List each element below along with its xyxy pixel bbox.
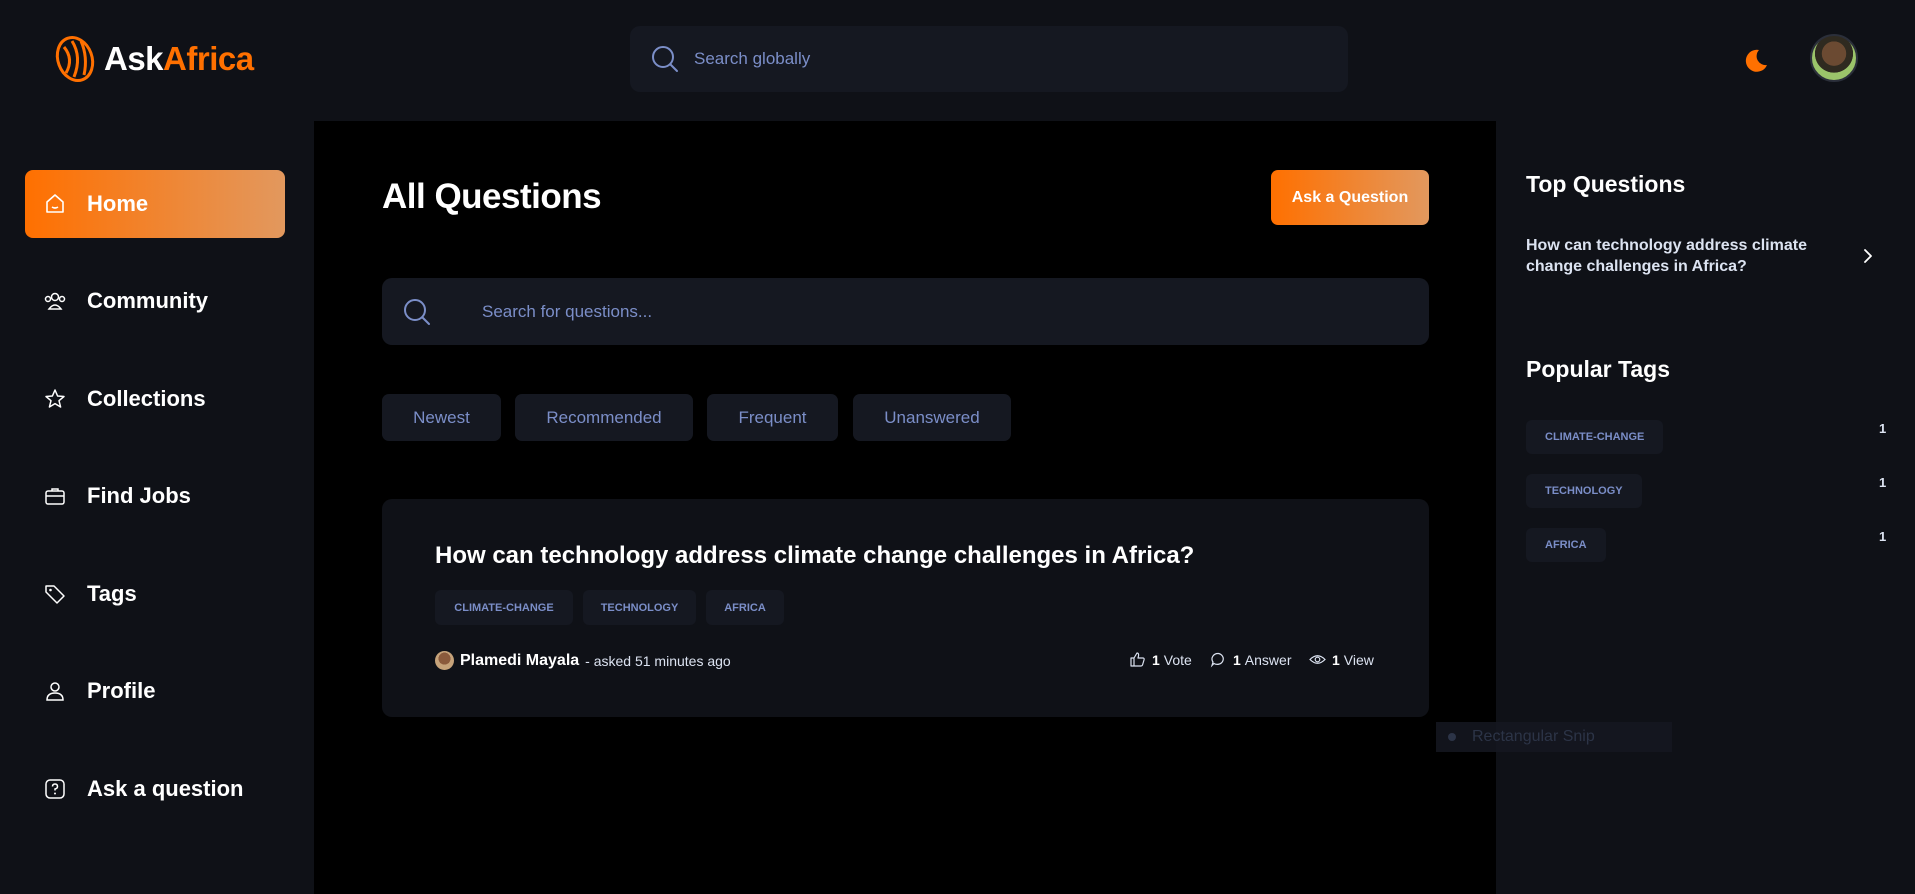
main-content: All Questions Ask a Question Newest Reco… xyxy=(314,121,1496,894)
logo-icon xyxy=(55,36,95,82)
popular-tag[interactable]: AFRICA xyxy=(1526,528,1606,562)
star-icon xyxy=(45,389,65,408)
home-icon xyxy=(46,194,64,213)
tag-count: 1 xyxy=(1879,421,1887,436)
snip-dot-icon xyxy=(1448,733,1456,741)
top-question-item[interactable]: How can technology address climate chang… xyxy=(1526,235,1876,277)
votes-metric: 1 Vote xyxy=(1129,651,1192,668)
author-avatar xyxy=(435,651,454,670)
popular-tag[interactable]: CLIMATE-CHANGE xyxy=(1526,420,1664,454)
logo-text: AskAfrica xyxy=(104,40,254,77)
question-search[interactable] xyxy=(382,278,1429,345)
global-search[interactable] xyxy=(630,26,1348,92)
avatar[interactable] xyxy=(1810,34,1858,82)
sidebar-item-label: Community xyxy=(87,288,208,313)
question-author[interactable]: Plamedi Mayala - asked 51 minutes ago xyxy=(435,651,731,670)
thumbs-up-icon xyxy=(1130,652,1145,667)
sidebar-item-tags[interactable]: Tags xyxy=(25,560,285,628)
filter-newest[interactable]: Newest xyxy=(382,394,501,441)
sidebar-item-profile[interactable]: Profile xyxy=(25,657,285,725)
sidebar-item-ask-question[interactable]: Ask a question xyxy=(25,755,285,823)
answers-metric: 1 Answer xyxy=(1210,651,1291,668)
logo[interactable]: AskAfrica xyxy=(52,33,254,85)
message-icon xyxy=(1210,652,1224,668)
question-card: How can technology address climate chang… xyxy=(382,499,1429,717)
top-navbar: AskAfrica xyxy=(0,0,1915,121)
sidebar-item-collections[interactable]: Collections xyxy=(25,365,285,433)
author-name: Plamedi Mayala xyxy=(460,651,580,669)
sidebar-item-find-jobs[interactable]: Find Jobs xyxy=(25,462,285,530)
users-icon xyxy=(44,292,66,310)
left-sidebar: Home Community Collections Find Jobs Tag… xyxy=(0,121,314,894)
user-icon xyxy=(46,682,64,701)
search-icon xyxy=(652,46,678,72)
sidebar-item-label: Collections xyxy=(87,386,206,411)
ask-question-button[interactable]: Ask a Question xyxy=(1271,170,1429,225)
global-search-input[interactable] xyxy=(694,49,1348,69)
sidebar-item-community[interactable]: Community xyxy=(25,267,285,335)
search-icon xyxy=(404,298,430,325)
sidebar-item-label: Ask a question xyxy=(87,776,244,801)
question-tag[interactable]: CLIMATE-CHANGE xyxy=(435,590,573,625)
sidebar-item-home[interactable]: Home xyxy=(25,170,285,238)
filter-recommended[interactable]: Recommended xyxy=(515,394,693,441)
tag-count: 1 xyxy=(1879,475,1887,490)
snip-overlay: Rectangular Snip xyxy=(1436,722,1672,752)
sidebar-item-label: Find Jobs xyxy=(87,483,191,508)
filter-frequent[interactable]: Frequent xyxy=(707,394,838,441)
popular-tag[interactable]: TECHNOLOGY xyxy=(1526,474,1642,508)
views-metric: 1 View xyxy=(1309,651,1374,668)
asked-time: - asked 51 minutes ago xyxy=(585,652,731,669)
popular-tags-heading: Popular Tags xyxy=(1526,356,1670,382)
filter-unanswered[interactable]: Unanswered xyxy=(853,394,1011,441)
page-title: All Questions xyxy=(382,177,602,216)
snip-label: Rectangular Snip xyxy=(1472,728,1595,745)
question-tag[interactable]: AFRICA xyxy=(706,590,784,625)
right-sidebar: Top Questions How can technology address… xyxy=(1496,121,1915,894)
tag-icon xyxy=(45,585,65,604)
sidebar-item-label: Home xyxy=(87,191,149,216)
chevron-right-icon xyxy=(1864,249,1872,263)
question-tag[interactable]: TECHNOLOGY xyxy=(583,590,696,625)
question-search-input[interactable] xyxy=(482,301,1429,322)
moon-icon[interactable] xyxy=(1740,46,1770,76)
question-icon xyxy=(45,779,65,799)
question-title[interactable]: How can technology address climate chang… xyxy=(435,542,1194,570)
briefcase-icon xyxy=(45,488,65,505)
eye-icon xyxy=(1309,655,1326,664)
top-question-text: How can technology address climate chang… xyxy=(1526,237,1807,275)
sidebar-item-label: Tags xyxy=(87,581,137,606)
tag-count: 1 xyxy=(1879,529,1887,544)
sidebar-item-label: Profile xyxy=(87,678,156,703)
top-questions-heading: Top Questions xyxy=(1526,171,1686,197)
